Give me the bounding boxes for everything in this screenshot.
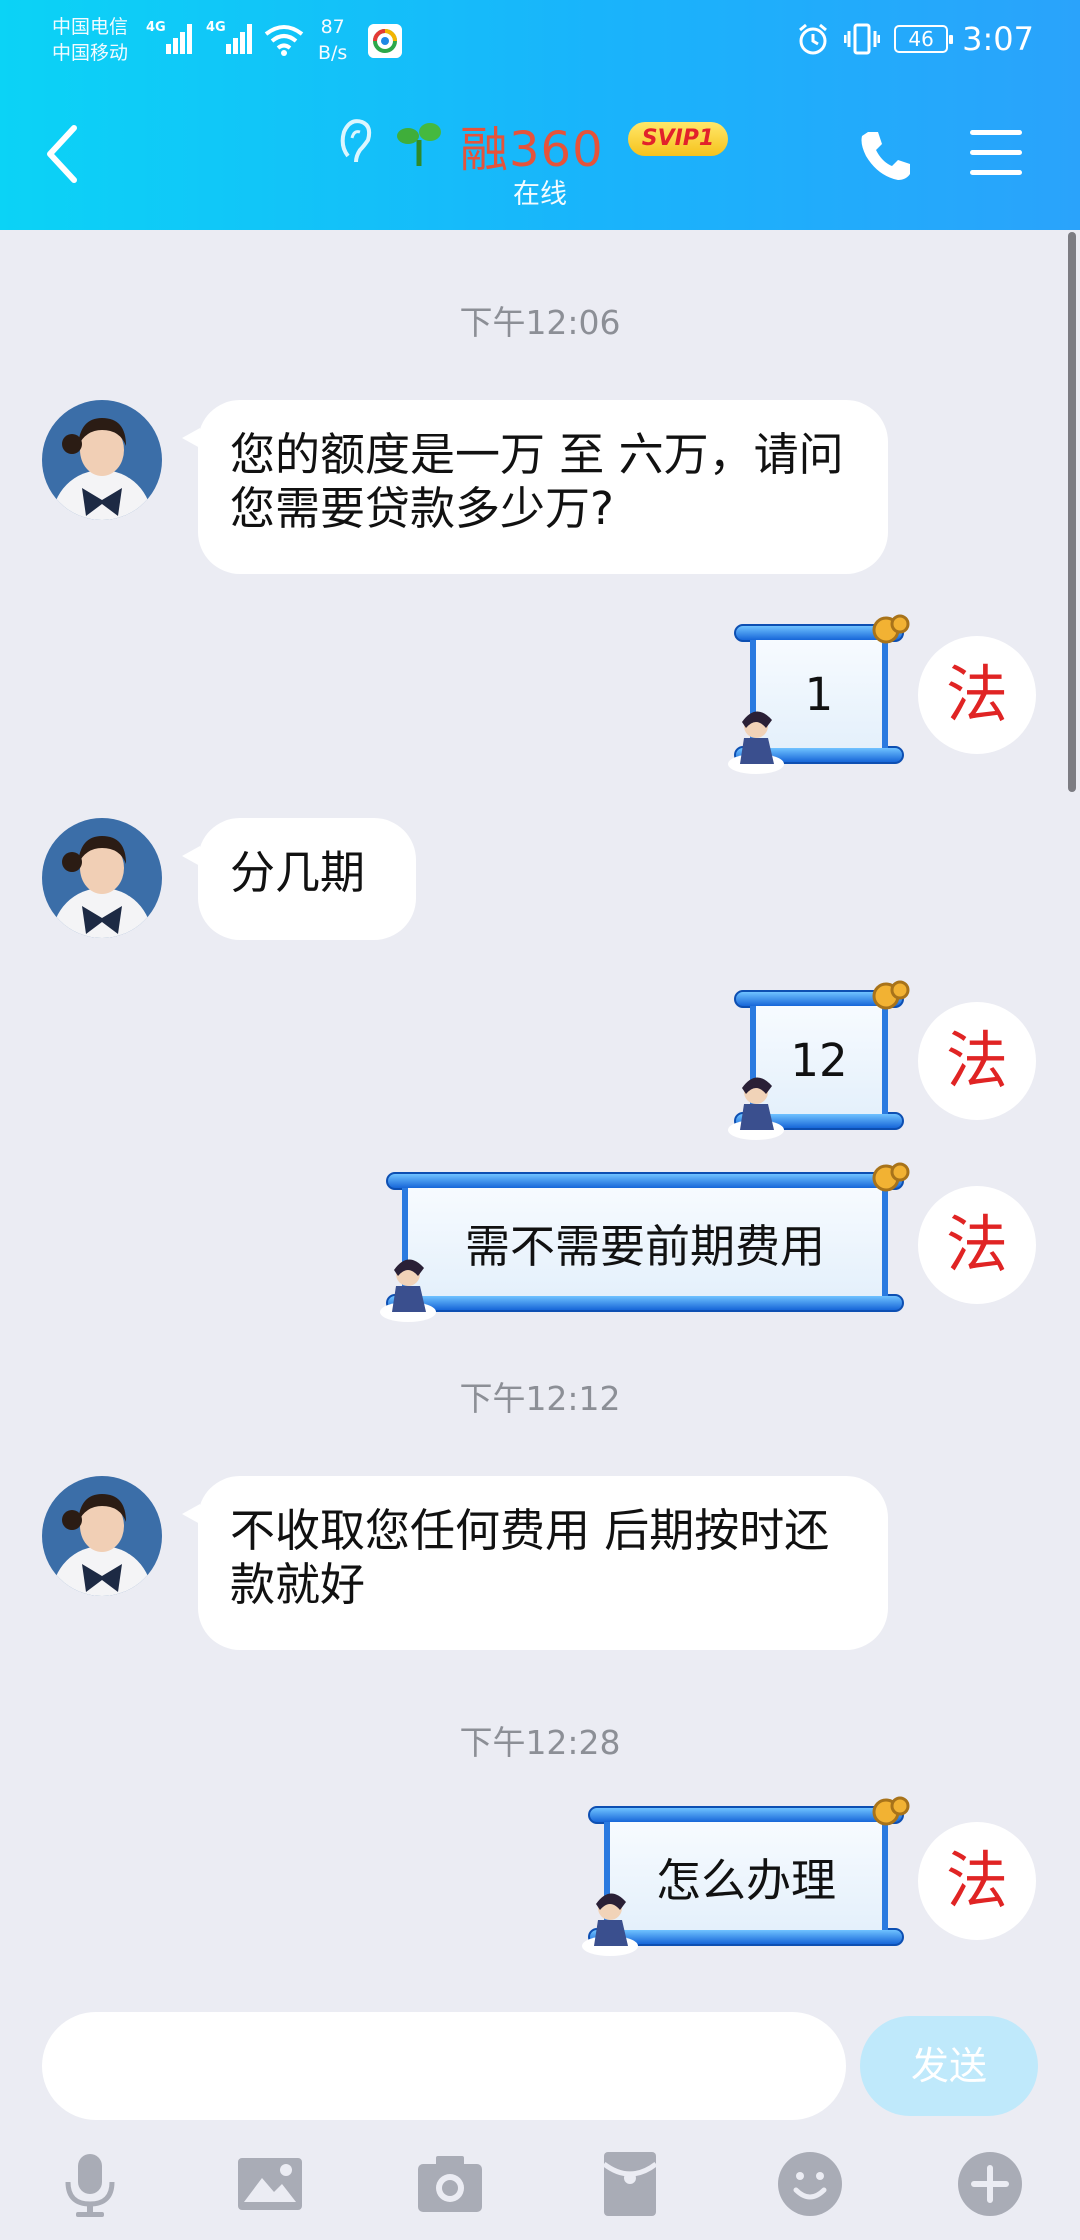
carrier-1: 中国电信 bbox=[52, 16, 129, 38]
microphone-icon[interactable] bbox=[54, 2148, 126, 2220]
phone-icon[interactable] bbox=[858, 128, 912, 182]
status-right: 46 3:07 bbox=[796, 20, 1034, 58]
signal-icon-2: 4G bbox=[206, 20, 252, 54]
message-text: 需不需要前期费用 bbox=[464, 1219, 825, 1273]
message-text: 您的额度是一万 至 六万，请问您需要贷款多少万? bbox=[230, 428, 844, 535]
red-packet-icon[interactable] bbox=[594, 2148, 666, 2220]
avatar[interactable] bbox=[42, 400, 162, 520]
message-text: 分几期 bbox=[230, 846, 366, 899]
app-notification-icon bbox=[368, 24, 402, 58]
status-bar: 中国电信 中国移动 4G 4G 87 B/s 46 3:07 bbox=[0, 0, 1080, 80]
ear-icon[interactable] bbox=[336, 116, 376, 166]
carrier-2: 中国移动 bbox=[52, 42, 129, 64]
sprout-icon bbox=[397, 123, 441, 166]
avatar[interactable] bbox=[42, 818, 162, 938]
message-text: 怎么办理 bbox=[655, 1853, 836, 1907]
battery-indicator: 46 bbox=[894, 25, 954, 53]
network-speed: 87 B/s bbox=[318, 16, 348, 64]
my-avatar[interactable]: 法 bbox=[918, 1186, 1036, 1304]
message-text: 1 bbox=[804, 667, 834, 721]
message-bubble-incoming[interactable]: 分几期 bbox=[182, 818, 416, 940]
alarm-icon bbox=[799, 23, 828, 55]
my-avatar[interactable]: 法 bbox=[918, 1822, 1036, 1940]
message-bubble-outgoing[interactable]: 12 bbox=[728, 980, 910, 1140]
svip-badge: SVIP1 bbox=[628, 122, 728, 156]
plus-icon[interactable] bbox=[954, 2148, 1026, 2220]
message-bubble-outgoing[interactable]: 需不需要前期费用 bbox=[380, 1162, 910, 1322]
menu-icon[interactable] bbox=[970, 130, 1022, 178]
timestamp: 下午12:28 bbox=[459, 1723, 621, 1762]
image-icon[interactable] bbox=[234, 2148, 306, 2220]
message-bubble-outgoing[interactable]: 怎么办理 bbox=[582, 1796, 910, 1956]
my-avatar[interactable]: 法 bbox=[918, 636, 1036, 754]
timestamp: 下午12:06 bbox=[459, 303, 621, 342]
chat-title: 融360 bbox=[460, 122, 604, 178]
message-input[interactable] bbox=[42, 2012, 846, 2120]
input-bar: 发送 bbox=[0, 2002, 1080, 2240]
top-bar: 中国电信 中国移动 4G 4G 87 B/s 46 3:07 融360 SVIP… bbox=[0, 0, 1080, 230]
message-bubble-outgoing[interactable]: 1 bbox=[728, 614, 910, 774]
my-avatar[interactable]: 法 bbox=[918, 1002, 1036, 1120]
wifi-icon bbox=[264, 25, 304, 56]
avatar[interactable] bbox=[42, 1476, 162, 1596]
carrier-labels: 中国电信 中国移动 bbox=[52, 14, 128, 66]
timestamp: 下午12:12 bbox=[459, 1379, 621, 1418]
emoji-icon[interactable] bbox=[774, 2148, 846, 2220]
vibrate-icon bbox=[844, 23, 881, 55]
online-status: 在线 bbox=[513, 179, 567, 210]
message-bubble-incoming[interactable]: 不收取您任何费用 后期按时还款就好 bbox=[182, 1476, 888, 1650]
send-button[interactable]: 发送 bbox=[860, 2016, 1038, 2116]
chat-title-area: 融360 SVIP1 在线 bbox=[0, 108, 1080, 218]
message-text: 12 bbox=[790, 1033, 848, 1087]
message-text: 不收取您任何费用 后期按时还款就好 bbox=[230, 1504, 830, 1611]
signal-icon-1: 4G bbox=[146, 20, 192, 54]
camera-icon[interactable] bbox=[414, 2148, 486, 2220]
message-bubble-incoming[interactable]: 您的额度是一万 至 六万，请问您需要贷款多少万? bbox=[182, 400, 888, 574]
clock: 3:07 bbox=[962, 20, 1034, 58]
